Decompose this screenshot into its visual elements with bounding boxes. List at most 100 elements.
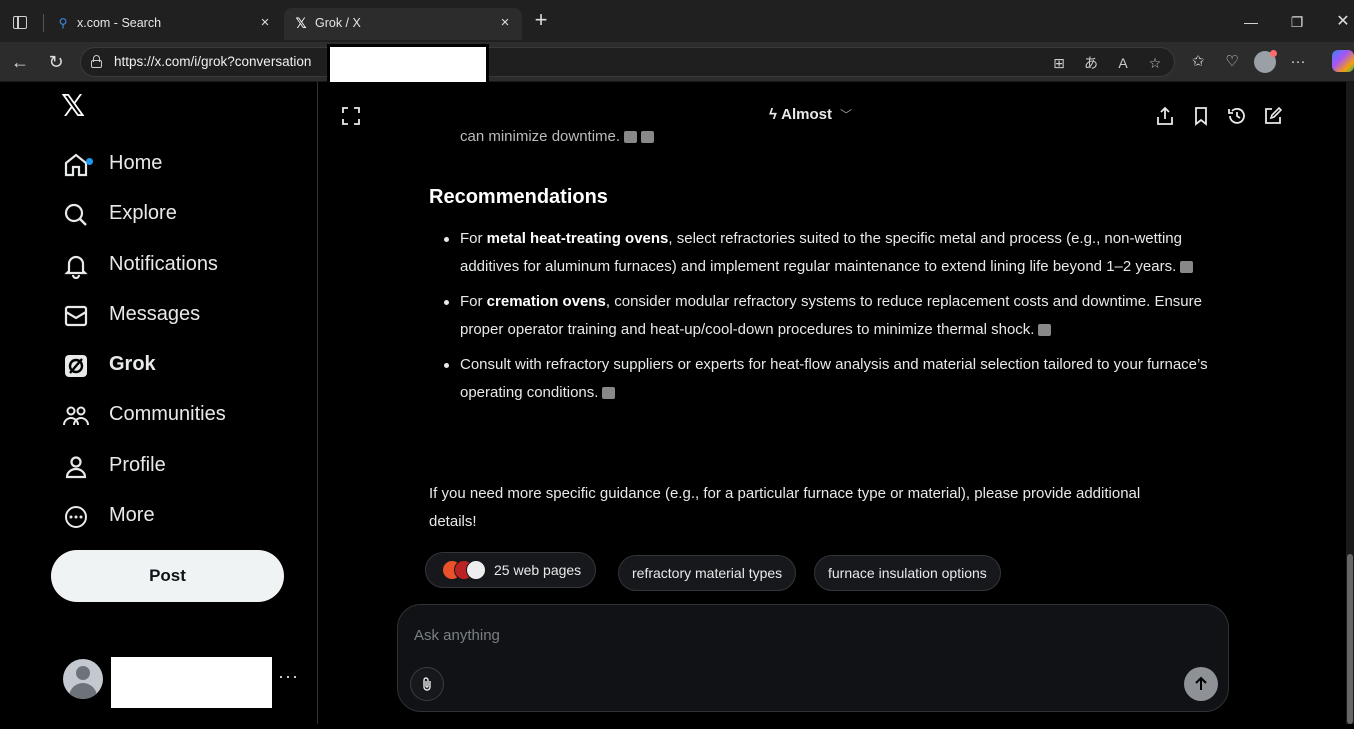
scrollbar[interactable]: [1346, 82, 1354, 724]
sidebar-item-label: More: [109, 504, 155, 526]
share-icon[interactable]: [1155, 106, 1175, 126]
bold-term: metal heat-treating ovens: [486, 230, 669, 247]
scrollbar-thumb[interactable]: [1347, 554, 1353, 724]
reload-icon[interactable]: ↻: [44, 51, 68, 73]
settings-more-icon[interactable]: ···: [1286, 50, 1310, 74]
list-item: For metal heat-treating ovens, select re…: [429, 225, 1209, 280]
tab-actions-icon[interactable]: [8, 11, 30, 33]
redacted-block: [111, 657, 272, 708]
tab-title: Grok / X: [315, 16, 361, 30]
bell-icon: [62, 253, 90, 280]
tab-separator: [43, 14, 44, 32]
suggestion-chip[interactable]: furnace insulation options: [814, 555, 1001, 591]
back-arrow-icon[interactable]: ←: [8, 51, 32, 73]
url-field[interactable]: https://x.com/i/grok?conversation ⊞ あ A ☆: [80, 47, 1175, 77]
search-icon: ⚲: [58, 16, 68, 30]
browser-essentials-icon[interactable]: ♡: [1220, 50, 1244, 74]
grok-icon: [62, 353, 90, 379]
app-available-icon[interactable]: ⊞: [1048, 53, 1070, 73]
close-icon[interactable]: ×: [256, 14, 274, 32]
avatar[interactable]: [63, 659, 103, 699]
citation-icon[interactable]: [1038, 323, 1052, 336]
chevron-down-icon: ﹀: [840, 108, 853, 122]
sidebar-item-profile[interactable]: Profile: [56, 444, 286, 490]
response-text: can minimize downtime.: [460, 123, 655, 151]
attach-button[interactable]: [410, 667, 444, 701]
history-icon[interactable]: [1227, 106, 1247, 126]
sidebar: 𝕏 Home Explore Notifications Messages Gr…: [4, 82, 318, 724]
profile-avatar-icon[interactable]: [1254, 49, 1277, 73]
sidebar-item-home[interactable]: Home: [56, 142, 286, 188]
minimize-icon[interactable]: —: [1236, 10, 1266, 34]
x-logo-icon[interactable]: 𝕏: [61, 92, 91, 122]
sidebar-item-label: Notifications: [109, 253, 218, 275]
sidebar-item-explore[interactable]: Explore: [56, 192, 286, 238]
paperclip-icon: [423, 677, 431, 691]
favorite-star-icon[interactable]: ☆: [1144, 53, 1166, 73]
copilot-icon[interactable]: [1332, 50, 1354, 72]
citation-icon[interactable]: [624, 131, 638, 144]
translate-icon[interactable]: あ: [1080, 53, 1102, 73]
people-icon: [62, 403, 90, 429]
sidebar-item-messages[interactable]: Messages: [56, 293, 286, 339]
arrow-up-icon: [1195, 676, 1207, 690]
sidebar-item-label: Home: [109, 152, 163, 174]
close-icon[interactable]: ×: [496, 14, 514, 32]
new-chat-icon[interactable]: [1263, 106, 1283, 126]
composer: [397, 604, 1229, 712]
search-icon: [62, 202, 90, 228]
source-favicons: [442, 560, 488, 582]
bookmark-icon[interactable]: [1191, 106, 1211, 126]
tab-title: x.com - Search: [77, 16, 162, 30]
sidebar-item-label: Communities: [109, 403, 226, 425]
expand-icon[interactable]: [341, 106, 361, 126]
sidebar-item-communities[interactable]: Communities: [56, 393, 286, 439]
address-bar: ← ↻ https://x.com/i/grok?conversation ⊞ あ…: [0, 42, 1354, 82]
new-tab-icon[interactable]: +: [530, 9, 552, 32]
source-favicon-icon: [466, 560, 486, 580]
grok-main: ϟ Almost ﹀ can minimize downtime. Recomm…: [319, 82, 1307, 724]
text-rest: Consult with refractory suppliers or exp…: [460, 356, 1208, 401]
sources-chip[interactable]: 25 web pages: [425, 552, 596, 588]
lock-icon: [90, 55, 102, 69]
window-close-icon[interactable]: ✕: [1328, 10, 1354, 34]
restore-icon[interactable]: ❐: [1282, 10, 1312, 34]
send-button[interactable]: [1184, 667, 1218, 701]
read-aloud-icon[interactable]: A: [1112, 53, 1134, 73]
citation-icon[interactable]: [1180, 260, 1194, 273]
bold-term: cremation ovens: [486, 293, 606, 310]
mail-icon: [62, 303, 90, 329]
sources-label: 25 web pages: [494, 562, 582, 578]
post-button[interactable]: Post: [51, 550, 284, 602]
more-horizontal-icon[interactable]: ···: [278, 666, 299, 687]
sidebar-item-label: Grok: [109, 353, 156, 375]
citation-icon[interactable]: [641, 131, 655, 144]
account-switcher[interactable]: ···: [60, 654, 310, 710]
x-logo-icon: 𝕏: [295, 15, 307, 31]
more-circle-icon: [62, 504, 90, 530]
text-prefix: For: [460, 230, 487, 247]
x-page: 𝕏 Home Explore Notifications Messages Gr…: [4, 82, 1346, 724]
ask-input[interactable]: [414, 623, 1174, 647]
suggestion-chip[interactable]: refractory material types: [618, 555, 797, 591]
citation-icon[interactable]: [602, 386, 616, 399]
closing-paragraph: If you need more specific guidance (e.g.…: [429, 485, 1141, 530]
person-icon: [62, 454, 90, 480]
url-text[interactable]: https://x.com/i/grok?conversation: [114, 54, 311, 69]
section-heading: Recommendations: [429, 186, 608, 208]
browser-tab-bar: ⚲ x.com - Search × 𝕏 Grok / X × + — ❐ ✕: [0, 0, 1354, 42]
tab-grok[interactable]: 𝕏 Grok / X ×: [284, 8, 522, 40]
sidebar-item-label: Profile: [109, 454, 166, 476]
home-icon: [62, 152, 93, 178]
faded-sentence: can minimize downtime.: [460, 128, 621, 145]
tab-search[interactable]: ⚲ x.com - Search ×: [46, 8, 282, 40]
model-selector[interactable]: ϟ Almost ﹀: [769, 106, 852, 123]
sidebar-item-notifications[interactable]: Notifications: [56, 243, 286, 289]
sidebar-item-more[interactable]: More: [56, 494, 286, 540]
sidebar-item-label: Messages: [109, 303, 201, 325]
model-name: Almost: [781, 106, 832, 123]
list-item: Consult with refractory suppliers or exp…: [429, 351, 1209, 406]
lightning-icon: ϟ: [769, 106, 777, 123]
favorites-icon[interactable]: ✩: [1186, 50, 1210, 74]
sidebar-item-grok[interactable]: Grok: [56, 343, 286, 389]
